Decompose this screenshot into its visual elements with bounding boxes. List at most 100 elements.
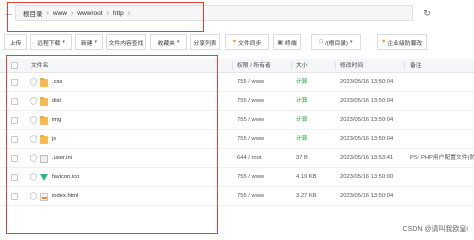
row-checkbox[interactable] <box>11 98 18 105</box>
file-perm[interactable]: 755 / www <box>237 187 264 206</box>
header-perm[interactable]: 权限 / 所有者 <box>237 59 271 73</box>
address-bar: ← 根目录 › www › wwwroot › http › ↻ <box>0 0 474 30</box>
upload-button[interactable]: 上传 <box>4 34 27 50</box>
file-icon <box>40 155 48 163</box>
terminal-icon: ▣ <box>277 39 284 46</box>
table-row[interactable]: img 755 / www 计算 2023/05/16 13:50:04 <box>0 111 474 130</box>
html-file-icon <box>40 193 48 201</box>
column-divider <box>335 62 336 70</box>
row-checkbox[interactable] <box>11 117 18 124</box>
file-mtime: 2023/05/16 13:50:04 <box>340 136 394 142</box>
file-perm[interactable]: 755 / www <box>237 111 264 130</box>
vue-logo-icon <box>40 174 48 181</box>
file-mtime: 2023/05/16 13:50:04 <box>340 98 394 104</box>
share-list-button[interactable]: 分享列表 <box>190 34 220 50</box>
shield-icon[interactable] <box>30 135 37 143</box>
calc-size-link[interactable]: 计算 <box>296 130 308 149</box>
remote-download-button[interactable]: 远程下载 ▾ <box>30 34 72 50</box>
new-label: 新建 <box>80 40 93 47</box>
table-row[interactable]: dist 755 / www 计算 2023/05/16 13:50:04 <box>0 92 474 111</box>
file-name[interactable]: favicon.ico <box>52 168 79 187</box>
file-perm[interactable]: 755 / www <box>237 168 264 187</box>
file-name[interactable]: index.html <box>52 187 78 206</box>
shield-icon[interactable] <box>30 192 37 200</box>
folder-icon <box>40 115 48 125</box>
file-perm[interactable]: 755 / www <box>237 92 264 111</box>
crumb-http[interactable]: http <box>110 10 127 17</box>
crumb-wwwroot[interactable]: wwwroot <box>74 10 105 17</box>
select-all-checkbox[interactable] <box>11 62 18 69</box>
chevron-right-icon: › <box>127 9 131 17</box>
file-sync-button[interactable]: ♥ 文件同步 <box>225 34 269 50</box>
file-size: 4.19 KB <box>296 174 317 180</box>
file-perm[interactable]: 644 / root <box>237 149 262 168</box>
table-row[interactable]: .user.ini 644 / root 37 B 2023/05/16 13:… <box>0 149 474 168</box>
shield-icon[interactable] <box>30 78 37 86</box>
path-breadcrumb[interactable]: 根目录 › www › wwwroot › http › <box>15 5 413 21</box>
heart-icon: ♥ <box>381 39 386 45</box>
enterprise-tamper-label: 企业级防篡改 <box>387 40 423 47</box>
folder-icon <box>40 96 48 106</box>
caret-down-icon: ▾ <box>176 39 180 45</box>
calc-size-link[interactable]: 计算 <box>296 92 308 111</box>
toolbar: 上传 远程下载 ▾ 新建 ▾ 文件内容查找 收藏夹 ▾ 分享列表 ♥ 文件同步 ▣ 终端 … <box>0 34 474 50</box>
table-row[interactable]: index.html 755 / www 3.27 KB 2023/05/16 … <box>0 187 474 206</box>
folder-icon: □ <box>319 39 324 45</box>
row-checkbox[interactable] <box>11 79 18 86</box>
column-divider <box>232 62 233 70</box>
header-note: 备注 <box>410 63 422 69</box>
calc-size-link[interactable]: 计算 <box>296 111 308 130</box>
caret-down-icon: ▾ <box>62 39 65 45</box>
table-row[interactable]: favicon.ico 755 / www 4.19 KB 2023/05/16… <box>0 168 474 187</box>
crumb-www[interactable]: www <box>50 10 70 17</box>
shield-icon[interactable] <box>30 173 37 181</box>
file-size: 37 B <box>296 155 308 161</box>
row-checkbox[interactable] <box>11 136 18 143</box>
file-name[interactable]: .user.ini <box>52 149 72 168</box>
shield-icon[interactable] <box>30 97 37 105</box>
new-button[interactable]: 新建 ▾ <box>75 34 103 50</box>
file-mtime: 2023/05/16 13:50:04 <box>340 117 394 123</box>
root-dir-button[interactable]: □/(根目录) ▾ <box>311 34 361 50</box>
watermark: CSDN @请叫我欧皇i <box>402 226 468 233</box>
row-checkbox[interactable] <box>11 193 18 200</box>
terminal-button[interactable]: ▣ 终端 <box>273 34 301 50</box>
favorites-label: 收藏夹 <box>157 40 175 47</box>
caret-down-icon: ▾ <box>94 39 98 45</box>
row-checkbox[interactable] <box>11 155 18 162</box>
root-dir-label: /(根目录) <box>325 40 348 47</box>
folder-icon <box>40 134 48 144</box>
file-name[interactable]: .css <box>52 73 62 92</box>
remote-download-label: 远程下载 <box>37 40 61 47</box>
enterprise-tamper-button[interactable]: ♥ 企业级防篡改 <box>377 34 427 50</box>
file-name[interactable]: img <box>52 111 61 130</box>
table-row[interactable]: .css 755 / www 计算 2023/05/16 13:50:04 <box>0 73 474 92</box>
file-mtime: 2023/05/16 13:50:00 <box>340 174 394 180</box>
content-search-label: 文件内容查找 <box>108 40 144 47</box>
back-arrow-icon[interactable]: ← <box>4 6 14 20</box>
header-size[interactable]: 大小 <box>296 59 308 73</box>
row-checkbox[interactable] <box>11 174 18 181</box>
crumb-root[interactable]: 根目录 <box>20 8 46 18</box>
file-name[interactable]: dist <box>52 92 61 111</box>
file-perm[interactable]: 755 / www <box>237 73 264 92</box>
share-list-label: 分享列表 <box>193 40 217 47</box>
file-size: 3.27 KB <box>296 193 317 199</box>
header-name[interactable]: 文件名 <box>31 59 48 73</box>
table-header: 文件名 权限 / 所有者 大小 修改时间 备注 <box>0 59 474 73</box>
refresh-icon[interactable]: ↻ <box>419 5 435 21</box>
content-search-button[interactable]: 文件内容查找 <box>106 34 146 50</box>
file-mtime: 2023/05/16 13:53:41 <box>340 155 394 161</box>
shield-icon[interactable] <box>30 116 37 124</box>
calc-size-link[interactable]: 计算 <box>296 73 308 92</box>
upload-label: 上传 <box>9 40 22 47</box>
favorites-button[interactable]: 收藏夹 ▾ <box>150 34 187 50</box>
file-name[interactable]: js <box>52 130 56 149</box>
file-perm[interactable]: 755 / www <box>237 130 264 149</box>
file-note[interactable]: PS: PHP用户配置文件(防 <box>410 149 474 168</box>
shield-icon[interactable] <box>30 154 37 162</box>
heart-icon: ♥ <box>232 39 237 45</box>
table-row[interactable]: js 755 / www 计算 2023/05/16 13:50:04 <box>0 130 474 149</box>
header-mtime[interactable]: 修改时间 <box>340 59 363 73</box>
terminal-label: 终端 <box>285 40 297 47</box>
